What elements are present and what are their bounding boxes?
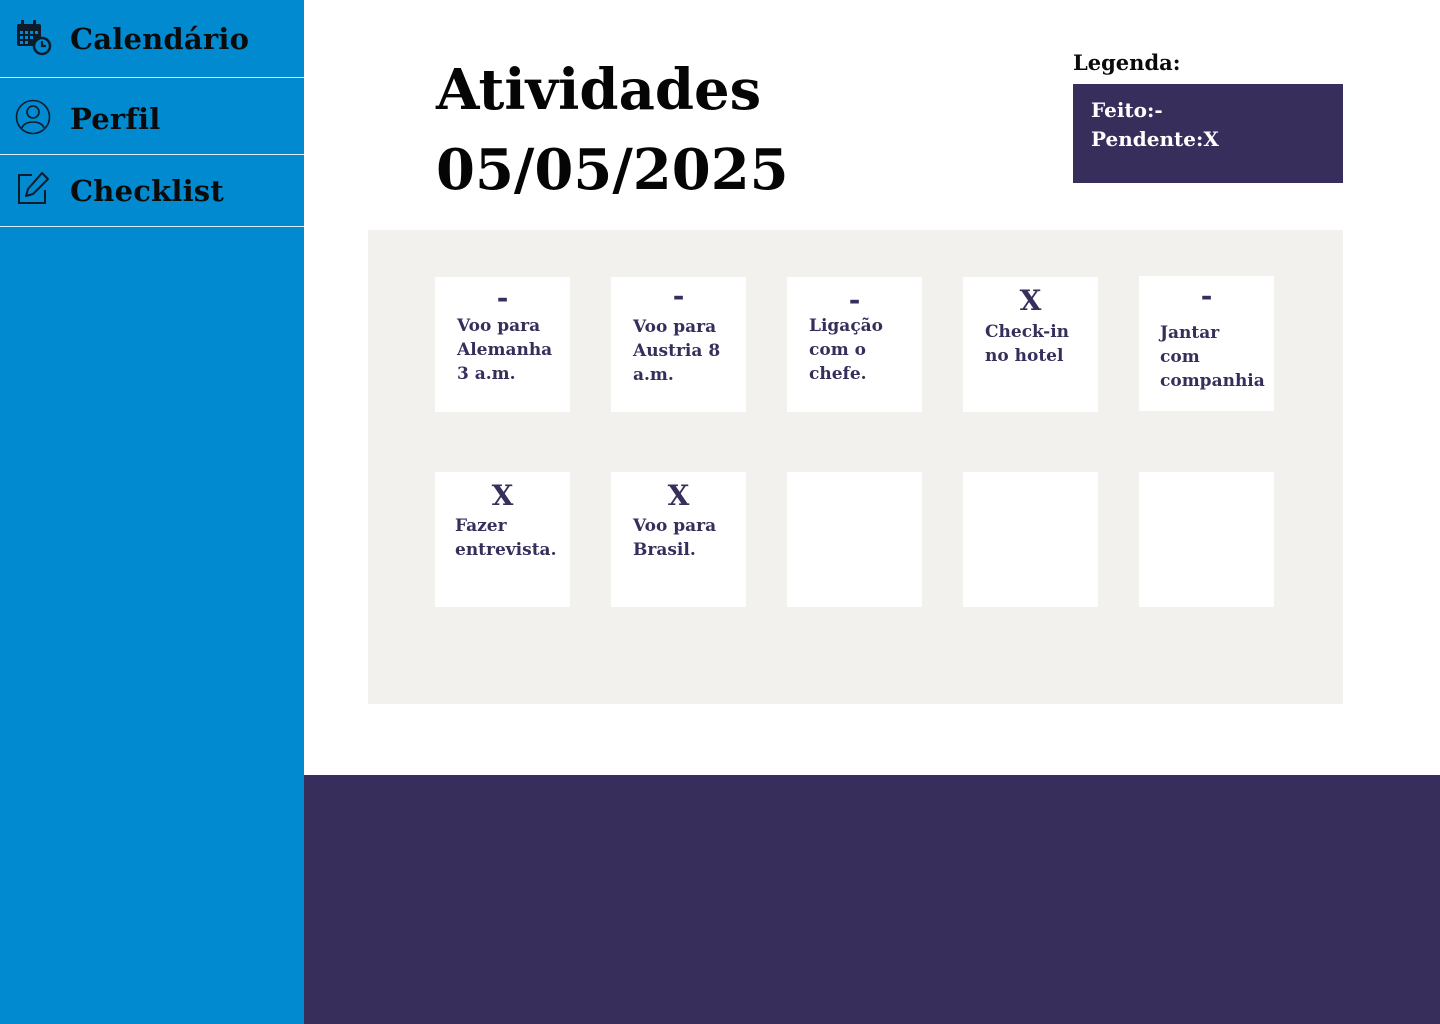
activity-card[interactable]: X Voo para Brasil. — [611, 472, 746, 607]
sidebar-item-label: Calendário — [70, 22, 250, 56]
status-mark: X — [667, 479, 690, 512]
legend-box: Feito:- Pendente:X — [1073, 84, 1343, 183]
activity-card[interactable]: - Ligação com o chefe. — [787, 277, 922, 412]
status-mark: - — [496, 281, 509, 314]
activity-card[interactable]: X Fazer entrevista. — [435, 472, 570, 607]
activity-board: - Voo para Alemanha 3 a.m. - Voo para Au… — [368, 230, 1343, 704]
sidebar: Calendário Perfil Checklist — [0, 0, 304, 1024]
activity-text: Voo para Alemanha 3 a.m. — [457, 316, 553, 384]
activity-card-empty[interactable] — [787, 472, 922, 607]
status-mark: - — [848, 283, 861, 316]
legend-title: Legenda: — [1073, 50, 1181, 75]
activity-card[interactable]: - Voo para Austria 8 a.m. — [611, 277, 746, 412]
legend-pending: Pendente:X — [1091, 127, 1219, 151]
status-mark: X — [491, 479, 514, 512]
status-mark: - — [672, 279, 685, 312]
calendar-clock-icon — [14, 18, 52, 56]
activity-text: Jantar com companhia — [1160, 323, 1265, 391]
activity-card-empty[interactable] — [1139, 472, 1274, 607]
status-mark: - — [1200, 279, 1213, 312]
activity-card[interactable]: - Jantar com companhia — [1139, 276, 1274, 411]
sidebar-item-calendario[interactable]: Calendário — [0, 0, 304, 78]
page-date: 05/05/2025 — [436, 137, 789, 203]
activity-card[interactable]: X Check-in no hotel — [963, 277, 1098, 412]
activity-card-empty[interactable] — [963, 472, 1098, 607]
legend-done: Feito:- — [1091, 98, 1163, 122]
footer-panel — [304, 775, 1440, 1024]
activity-text: Ligação com o chefe. — [809, 316, 884, 384]
activity-text: Check-in no hotel — [985, 322, 1070, 366]
sidebar-item-checklist[interactable]: Checklist — [0, 155, 304, 227]
page-title-text: Atividades — [436, 57, 762, 123]
user-icon — [14, 98, 52, 136]
page-title: Atividades 05/05/2025 — [436, 50, 789, 210]
sidebar-item-label: Perfil — [70, 102, 161, 136]
activity-text: Fazer entrevista. — [455, 516, 557, 560]
edit-icon — [14, 170, 52, 208]
activity-text: Voo para Brasil. — [633, 516, 717, 560]
activity-card[interactable]: - Voo para Alemanha 3 a.m. — [435, 277, 570, 412]
sidebar-item-label: Checklist — [70, 174, 224, 208]
sidebar-item-perfil[interactable]: Perfil — [0, 78, 304, 155]
status-mark: X — [1019, 284, 1042, 317]
activity-text: Voo para Austria 8 a.m. — [633, 317, 721, 385]
